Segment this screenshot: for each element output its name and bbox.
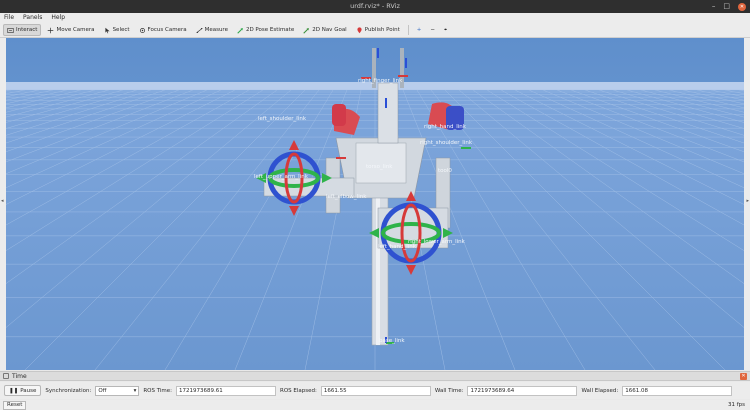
frame-label: right_lower_arm_link: [408, 239, 466, 245]
sync-value: Off: [98, 387, 107, 394]
wall-elapsed-label: Wall Elapsed:: [581, 387, 619, 394]
tool-publish-point[interactable]: Publish Point: [353, 24, 403, 36]
wall-elapsed-field[interactable]: 1661.08: [622, 385, 733, 396]
wall-time-label: Wall Time:: [434, 387, 464, 394]
robot-column-highlight: [376, 173, 380, 345]
ros-time-field[interactable]: 1721973689.61: [176, 385, 277, 396]
minus-icon: −: [430, 27, 435, 33]
wall-time-field[interactable]: 1721973689.64: [467, 385, 578, 396]
tool-bar: Interact Move Camera Select Focus Camera…: [0, 23, 750, 38]
tool-interact[interactable]: Interact: [3, 24, 42, 36]
move-camera-icon: [48, 27, 54, 33]
frame-label: tool0: [438, 168, 452, 174]
frame-label: base_link: [379, 338, 405, 344]
window-controls: – □ ✕: [712, 0, 746, 13]
tool-pose-estimate[interactable]: 2D Pose Estimate: [234, 24, 297, 36]
fps-readout: 31 fps: [727, 402, 745, 408]
tool-measure[interactable]: Measure: [193, 24, 231, 36]
menu-file[interactable]: File: [4, 13, 14, 23]
frame-label: left_elbow_link: [326, 194, 367, 200]
maximize-icon[interactable]: □: [723, 0, 730, 13]
toolbar-separator: [407, 25, 409, 35]
window-titlebar: urdf.rviz* - RViz – □ ✕: [0, 0, 750, 13]
frame-label: right_shoulder_link: [420, 140, 473, 146]
robot-chest-plate: [355, 142, 407, 184]
tool-select[interactable]: Select: [101, 24, 133, 36]
tool-label: Publish Point: [364, 27, 400, 33]
frame-label: torso_link: [366, 164, 393, 170]
tool-label: Move Camera: [56, 27, 95, 33]
left-collapse-icon[interactable]: ◂: [1, 198, 4, 204]
remove-tool-button[interactable]: −: [427, 24, 438, 36]
tool-nav-goal[interactable]: 2D Nav Goal: [300, 24, 350, 36]
close-panel-icon[interactable]: ✕: [740, 373, 747, 380]
viewport-frame: ◂ ▸ right_finger_link base_link left_sho…: [0, 38, 750, 370]
ros-elapsed-field[interactable]: 1661.55: [320, 385, 431, 396]
sync-label: Synchronization:: [45, 387, 92, 394]
tool-label: 2D Nav Goal: [312, 27, 347, 33]
nav-goal-icon: [303, 27, 310, 34]
tool-move-camera[interactable]: Move Camera: [44, 24, 97, 36]
tool-label: Measure: [204, 27, 228, 33]
time-panel-header: Time ✕: [0, 371, 750, 381]
tool-focus-camera[interactable]: Focus Camera: [136, 24, 190, 36]
pause-label: Pause: [20, 387, 37, 394]
3d-scene[interactable]: right_finger_link base_link left_shoulde…: [6, 38, 744, 370]
add-tool-button[interactable]: +: [414, 24, 425, 36]
tool-label: 2D Pose Estimate: [245, 27, 295, 33]
status-bar: Reset 31 fps: [0, 400, 750, 410]
render-viewport[interactable]: right_finger_link base_link left_shoulde…: [6, 38, 744, 370]
interact-icon: [7, 27, 14, 33]
frame-label: left_hand_link: [378, 244, 417, 250]
frame-label: right_finger_link: [358, 78, 403, 84]
pose-estimate-icon: [237, 27, 243, 34]
chevron-down-icon: ▾: [133, 387, 137, 394]
tool-label: Interact: [16, 27, 38, 33]
select-icon: [104, 27, 110, 33]
frame-label: right_hand_link: [424, 124, 467, 130]
measure-icon: [196, 27, 203, 33]
publish-point-icon: [357, 26, 362, 33]
ros-time-label: ROS Time:: [143, 387, 173, 394]
frame-label: left_upper_arm_link: [254, 174, 309, 180]
time-panel: ❚❚ Pause Synchronization: Off ▾ ROS Time…: [0, 382, 750, 399]
menu-bar: File Panels Help: [0, 13, 750, 23]
minimize-icon[interactable]: –: [712, 0, 716, 13]
crosshair-icon: ⌖: [443, 26, 448, 33]
close-icon[interactable]: ✕: [738, 2, 746, 11]
menu-help[interactable]: Help: [51, 13, 65, 23]
tool-label: Select: [112, 27, 130, 33]
pause-icon: ❚❚: [9, 387, 19, 394]
focus-camera-icon: [139, 27, 145, 33]
menu-panels[interactable]: Panels: [23, 13, 42, 23]
tool-properties-button[interactable]: ⌖: [441, 24, 450, 36]
robot-left-shoulder-motor: [332, 104, 346, 126]
window-title: urdf.rviz* - RViz: [350, 2, 400, 10]
frame-label: left_shoulder_link: [258, 116, 307, 122]
ros-elapsed-label: ROS Elapsed:: [280, 387, 317, 394]
sync-select[interactable]: Off ▾: [95, 385, 140, 396]
pause-button[interactable]: ❚❚ Pause: [4, 385, 42, 396]
plus-icon: +: [416, 27, 422, 33]
dock-icon[interactable]: [3, 373, 9, 379]
reset-button[interactable]: Reset: [3, 400, 27, 410]
tool-label: Focus Camera: [147, 27, 187, 33]
right-collapse-icon[interactable]: ▸: [746, 198, 749, 204]
time-panel-title: Time: [12, 372, 27, 380]
robot-head-mast: [377, 82, 399, 144]
